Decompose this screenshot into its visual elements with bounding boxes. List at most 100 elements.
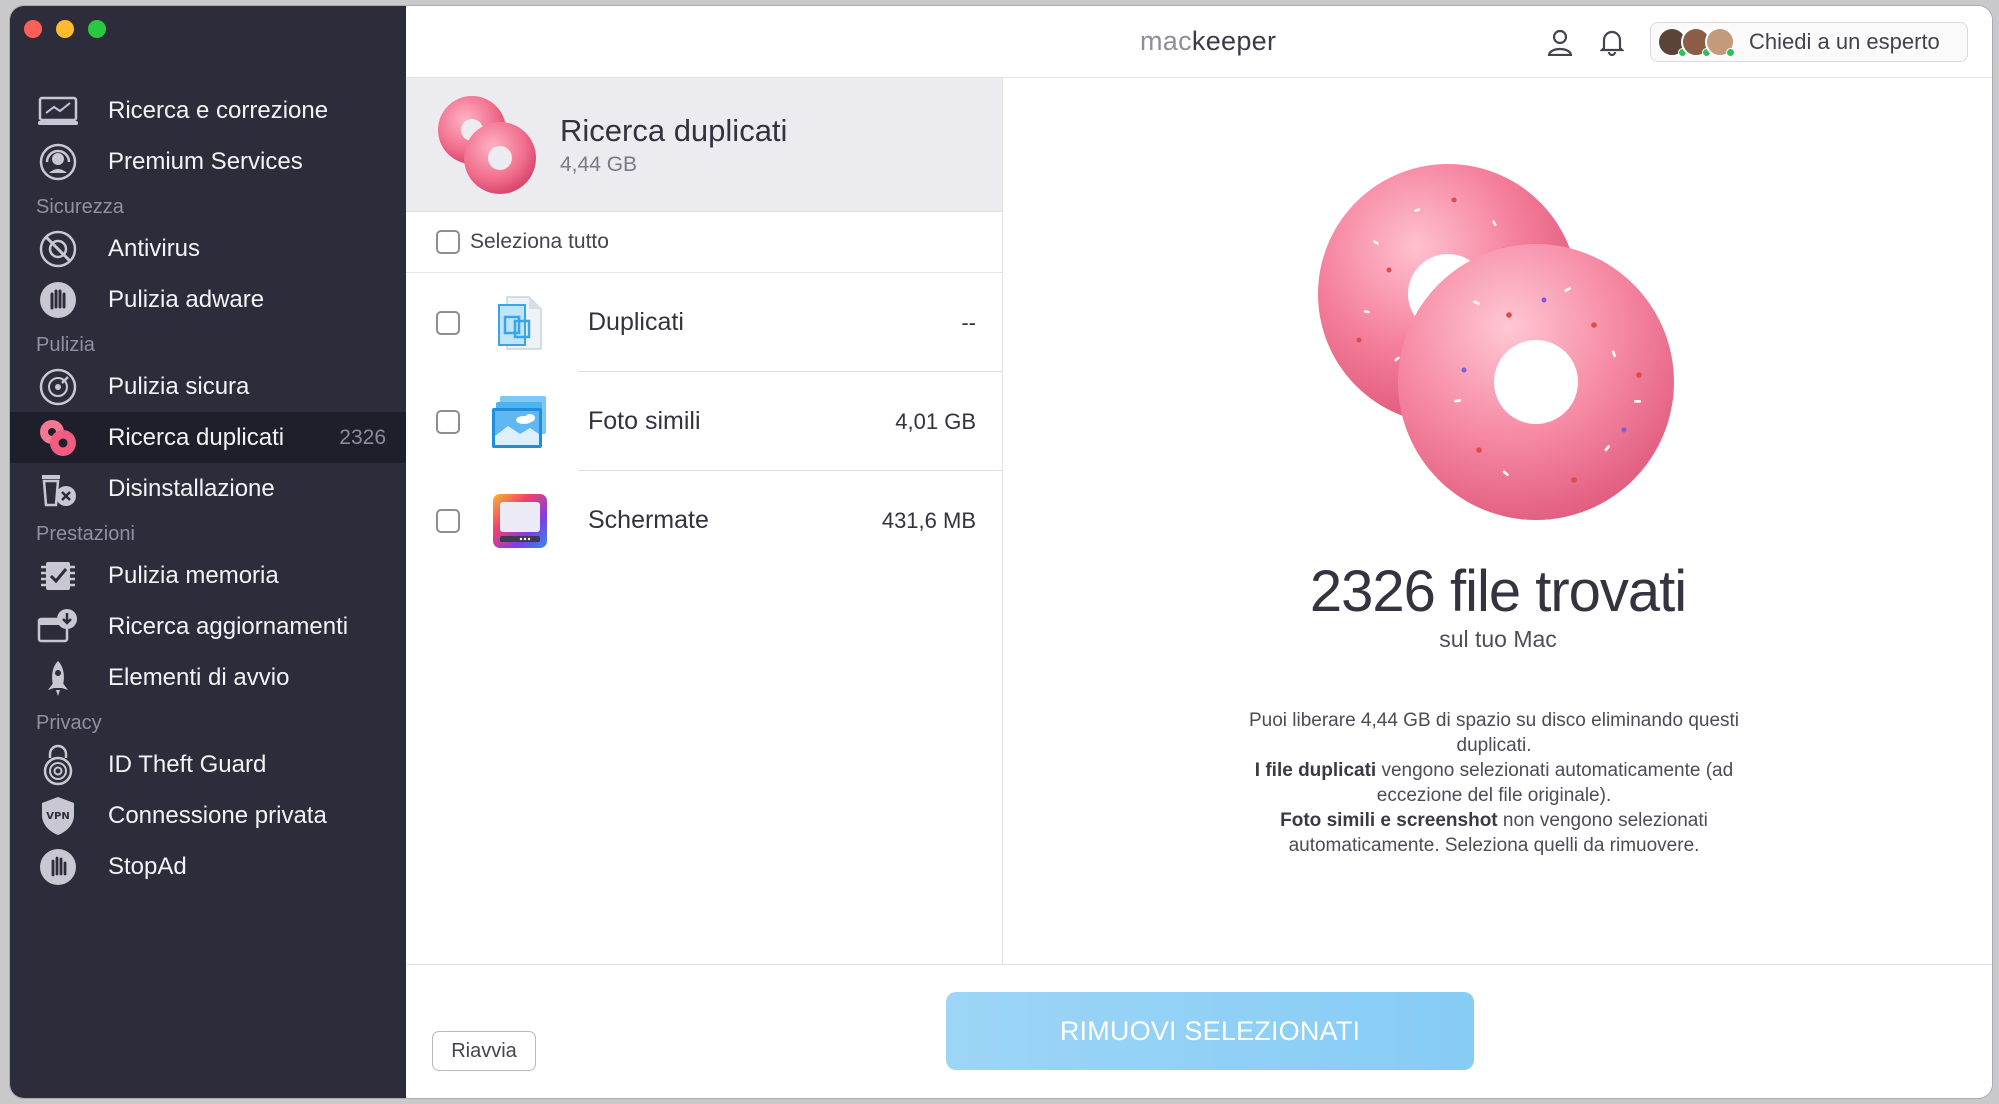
sidebar-item-label: Pulizia memoria bbox=[108, 561, 279, 589]
expert-avatars bbox=[1657, 27, 1735, 57]
donuts-illustration bbox=[1304, 150, 1684, 530]
close-window-button[interactable] bbox=[24, 20, 42, 38]
sidebar-item-label: Premium Services bbox=[108, 147, 303, 175]
row-checkbox[interactable] bbox=[436, 409, 460, 434]
sidebar-item-label: Pulizia adware bbox=[108, 285, 265, 313]
row-label: Schermate bbox=[588, 506, 709, 534]
sidebar-item-label: Connessione privata bbox=[108, 801, 327, 829]
vpn-shield-icon: VPN bbox=[36, 794, 80, 838]
sidebar-item-label: Elementi di avvio bbox=[108, 663, 290, 691]
disk-clean-icon bbox=[36, 365, 80, 409]
row-label: Duplicati bbox=[588, 308, 684, 336]
top-header: mackeeper Chiedi a un esperto bbox=[406, 6, 1992, 78]
update-download-icon bbox=[36, 605, 80, 649]
desc-line-1: Puoi liberare 4,44 GB di spazio su disco… bbox=[1248, 710, 1740, 756]
app-logo: mackeeper bbox=[1140, 26, 1276, 57]
sidebar-item-stopad[interactable]: StopAd bbox=[10, 841, 406, 892]
stop-hand-icon bbox=[36, 845, 80, 889]
list-header: Ricerca duplicati 4,44 GB bbox=[406, 78, 1002, 212]
sidebar-item-label: Ricerca duplicati bbox=[108, 423, 285, 451]
desc-bold-2: I file duplicati bbox=[1254, 760, 1377, 781]
sidebar-item-count: 2326 bbox=[339, 425, 386, 449]
sidebar-item-label: StopAd bbox=[108, 852, 187, 880]
row-checkbox[interactable] bbox=[436, 310, 460, 335]
sidebar-section-pulizia: Pulizia bbox=[36, 334, 95, 356]
sidebar-item-label: Pulizia sicura bbox=[108, 372, 250, 400]
files-found-sub: sul tuo Mac bbox=[1439, 626, 1557, 652]
select-all-label: Seleziona tutto bbox=[470, 230, 609, 253]
desc-line-3: Foto simili e screenshot non vengono sel… bbox=[1224, 808, 1764, 858]
category-row-foto-simili[interactable]: Foto simili 4,01 GB bbox=[406, 372, 1002, 471]
row-checkbox[interactable] bbox=[436, 508, 460, 533]
logo-suffix: keeper bbox=[1191, 26, 1277, 56]
sidebar-item-disinstallazione[interactable]: Disinstallazione bbox=[10, 463, 406, 514]
duplicates-donut-icon bbox=[432, 90, 542, 200]
rocket-icon bbox=[36, 656, 80, 700]
uninstall-trash-icon bbox=[36, 467, 80, 511]
row-label: Foto simili bbox=[588, 407, 701, 435]
sidebar-item-ricerca-correzione[interactable]: Ricerca e correzione bbox=[10, 85, 406, 136]
row-size: 431,6 MB bbox=[881, 507, 976, 533]
duplicate-files-icon bbox=[490, 293, 550, 353]
footer-bar: Riavvia RIMUOVI SELEZIONATI bbox=[406, 964, 1992, 1098]
sidebar-item-connessione-privata[interactable]: VPN Connessione privata bbox=[10, 790, 406, 841]
sidebar: Ricerca e correzione Premium Services Si… bbox=[10, 6, 406, 1098]
laptop-scan-icon bbox=[36, 89, 80, 133]
select-all-row[interactable]: Seleziona tutto bbox=[406, 212, 1002, 273]
list-header-text: Ricerca duplicati 4,44 GB bbox=[560, 113, 787, 177]
zoom-window-button[interactable] bbox=[88, 20, 106, 38]
headset-icon bbox=[36, 140, 80, 184]
notification-bell-icon[interactable] bbox=[1596, 26, 1628, 58]
sidebar-item-pulizia-sicura[interactable]: Pulizia sicura bbox=[10, 361, 406, 412]
sidebar-item-label: Ricerca aggiornamenti bbox=[108, 612, 349, 640]
donut-icon bbox=[36, 416, 80, 460]
category-list-pane: Ricerca duplicati 4,44 GB Seleziona tutt… bbox=[406, 78, 1003, 964]
sidebar-item-elementi-avvio[interactable]: Elementi di avvio bbox=[10, 652, 406, 703]
sidebar-item-label: Antivirus bbox=[108, 234, 201, 262]
row-size: 4,01 GB bbox=[895, 408, 976, 434]
category-row-duplicati[interactable]: Duplicati -- bbox=[406, 273, 1002, 372]
ask-expert-button[interactable]: Chiedi a un esperto bbox=[1650, 22, 1968, 62]
remove-selected-button[interactable]: RIMUOVI SELEZIONATI bbox=[946, 992, 1474, 1070]
desc-text-2: vengono selezionati automaticamente (ad … bbox=[1376, 760, 1734, 806]
ask-expert-label: Chiedi a un esperto bbox=[1749, 29, 1940, 54]
sidebar-item-ricerca-duplicati[interactable]: Ricerca duplicati 2326 bbox=[10, 412, 406, 463]
fingerprint-lock-icon bbox=[36, 743, 80, 787]
list-total-size: 4,44 GB bbox=[560, 152, 638, 176]
account-icon[interactable] bbox=[1544, 26, 1576, 58]
row-size: -- bbox=[961, 309, 976, 335]
files-found-count: 2326 file trovati bbox=[1309, 559, 1687, 624]
sidebar-item-antivirus[interactable]: Antivirus bbox=[10, 223, 406, 274]
logo-prefix: mac bbox=[1140, 26, 1192, 56]
screenshots-icon bbox=[490, 491, 550, 551]
minimize-window-button[interactable] bbox=[56, 20, 74, 38]
window-controls bbox=[24, 20, 106, 38]
sidebar-section-prestazioni: Prestazioni bbox=[36, 523, 135, 545]
sidebar-section-privacy: Privacy bbox=[36, 712, 102, 734]
sidebar-item-pulizia-adware[interactable]: Pulizia adware bbox=[10, 274, 406, 325]
select-all-checkbox[interactable] bbox=[436, 230, 460, 254]
sidebar-item-pulizia-memoria[interactable]: Pulizia memoria bbox=[10, 550, 406, 601]
restart-button[interactable]: Riavvia bbox=[432, 1031, 536, 1071]
description-text: Puoi liberare 4,44 GB di spazio su disco… bbox=[1224, 708, 1764, 858]
antivirus-icon bbox=[36, 227, 80, 271]
memory-chip-icon bbox=[36, 554, 80, 598]
hand-stop-icon bbox=[36, 278, 80, 322]
app-window: Ricerca e correzione Premium Services Si… bbox=[10, 6, 1992, 1098]
detail-pane: 2326 file trovati sul tuo Mac Puoi liber… bbox=[1004, 78, 1992, 964]
list-title: Ricerca duplicati bbox=[560, 112, 788, 148]
sidebar-section-sicurezza: Sicurezza bbox=[36, 196, 124, 218]
sidebar-item-ricerca-aggiornamenti[interactable]: Ricerca aggiornamenti bbox=[10, 601, 406, 652]
sidebar-item-premium-services[interactable]: Premium Services bbox=[10, 136, 406, 187]
sidebar-item-label: ID Theft Guard bbox=[108, 750, 267, 778]
avatar bbox=[1705, 27, 1735, 57]
sidebar-item-label: Disinstallazione bbox=[108, 474, 275, 502]
category-row-schermate[interactable]: Schermate 431,6 MB bbox=[406, 471, 1002, 570]
desc-bold-3: Foto simili e screenshot bbox=[1280, 810, 1498, 831]
similar-photos-icon bbox=[490, 392, 550, 452]
category-rows: Duplicati -- Foto simili 4,01 GB Scherma… bbox=[406, 273, 1002, 570]
desc-line-2: I file duplicati vengono selezionati aut… bbox=[1224, 758, 1764, 808]
sidebar-item-label: Ricerca e correzione bbox=[108, 96, 329, 124]
sidebar-item-id-theft-guard[interactable]: ID Theft Guard bbox=[10, 739, 406, 790]
svg-text:VPN: VPN bbox=[46, 811, 69, 822]
